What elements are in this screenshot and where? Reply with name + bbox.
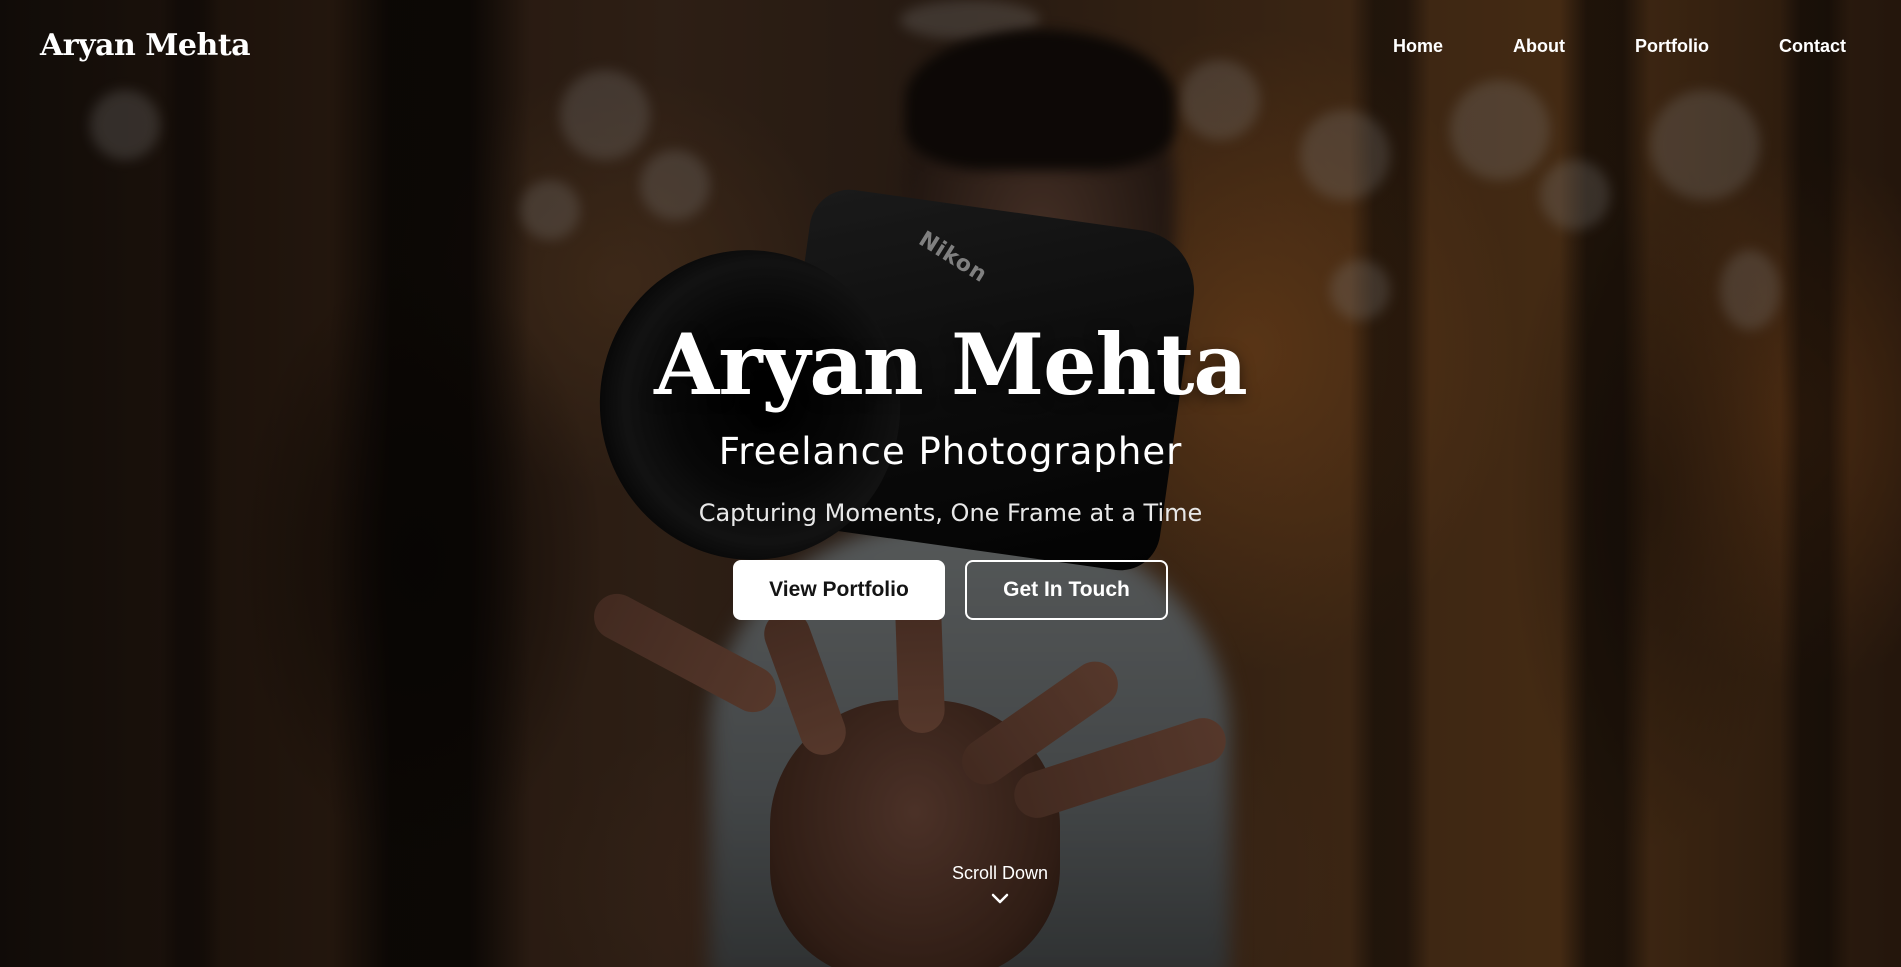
hero-title: Aryan Mehta <box>654 315 1248 414</box>
hero-section: Nikon Aryan Mehta Home About Portfolio C… <box>0 0 1901 967</box>
get-in-touch-button[interactable]: Get In Touch <box>965 560 1168 620</box>
hero-content: Aryan Mehta Freelance Photographer Captu… <box>0 310 1901 620</box>
chevron-down-icon <box>991 893 1009 904</box>
nav-link-home[interactable]: Home <box>1393 36 1443 57</box>
hero-buttons: View Portfolio Get In Touch <box>0 560 1901 620</box>
site-header: Aryan Mehta Home About Portfolio Contact <box>0 0 1901 96</box>
nav-link-contact[interactable]: Contact <box>1779 36 1846 57</box>
hero-subtitle: Freelance Photographer <box>718 430 1183 473</box>
scroll-down-label: Scroll Down <box>951 863 1049 883</box>
nav-link-portfolio[interactable]: Portfolio <box>1635 36 1709 57</box>
scroll-down-indicator[interactable]: Scroll Down <box>950 863 1050 906</box>
main-nav: Home About Portfolio Contact <box>1393 36 1846 57</box>
site-logo[interactable]: Aryan Mehta <box>40 28 251 63</box>
hero-tagline: Capturing Moments, One Frame at a Time <box>698 499 1203 527</box>
nav-link-about[interactable]: About <box>1513 36 1565 57</box>
view-portfolio-button[interactable]: View Portfolio <box>733 560 945 620</box>
